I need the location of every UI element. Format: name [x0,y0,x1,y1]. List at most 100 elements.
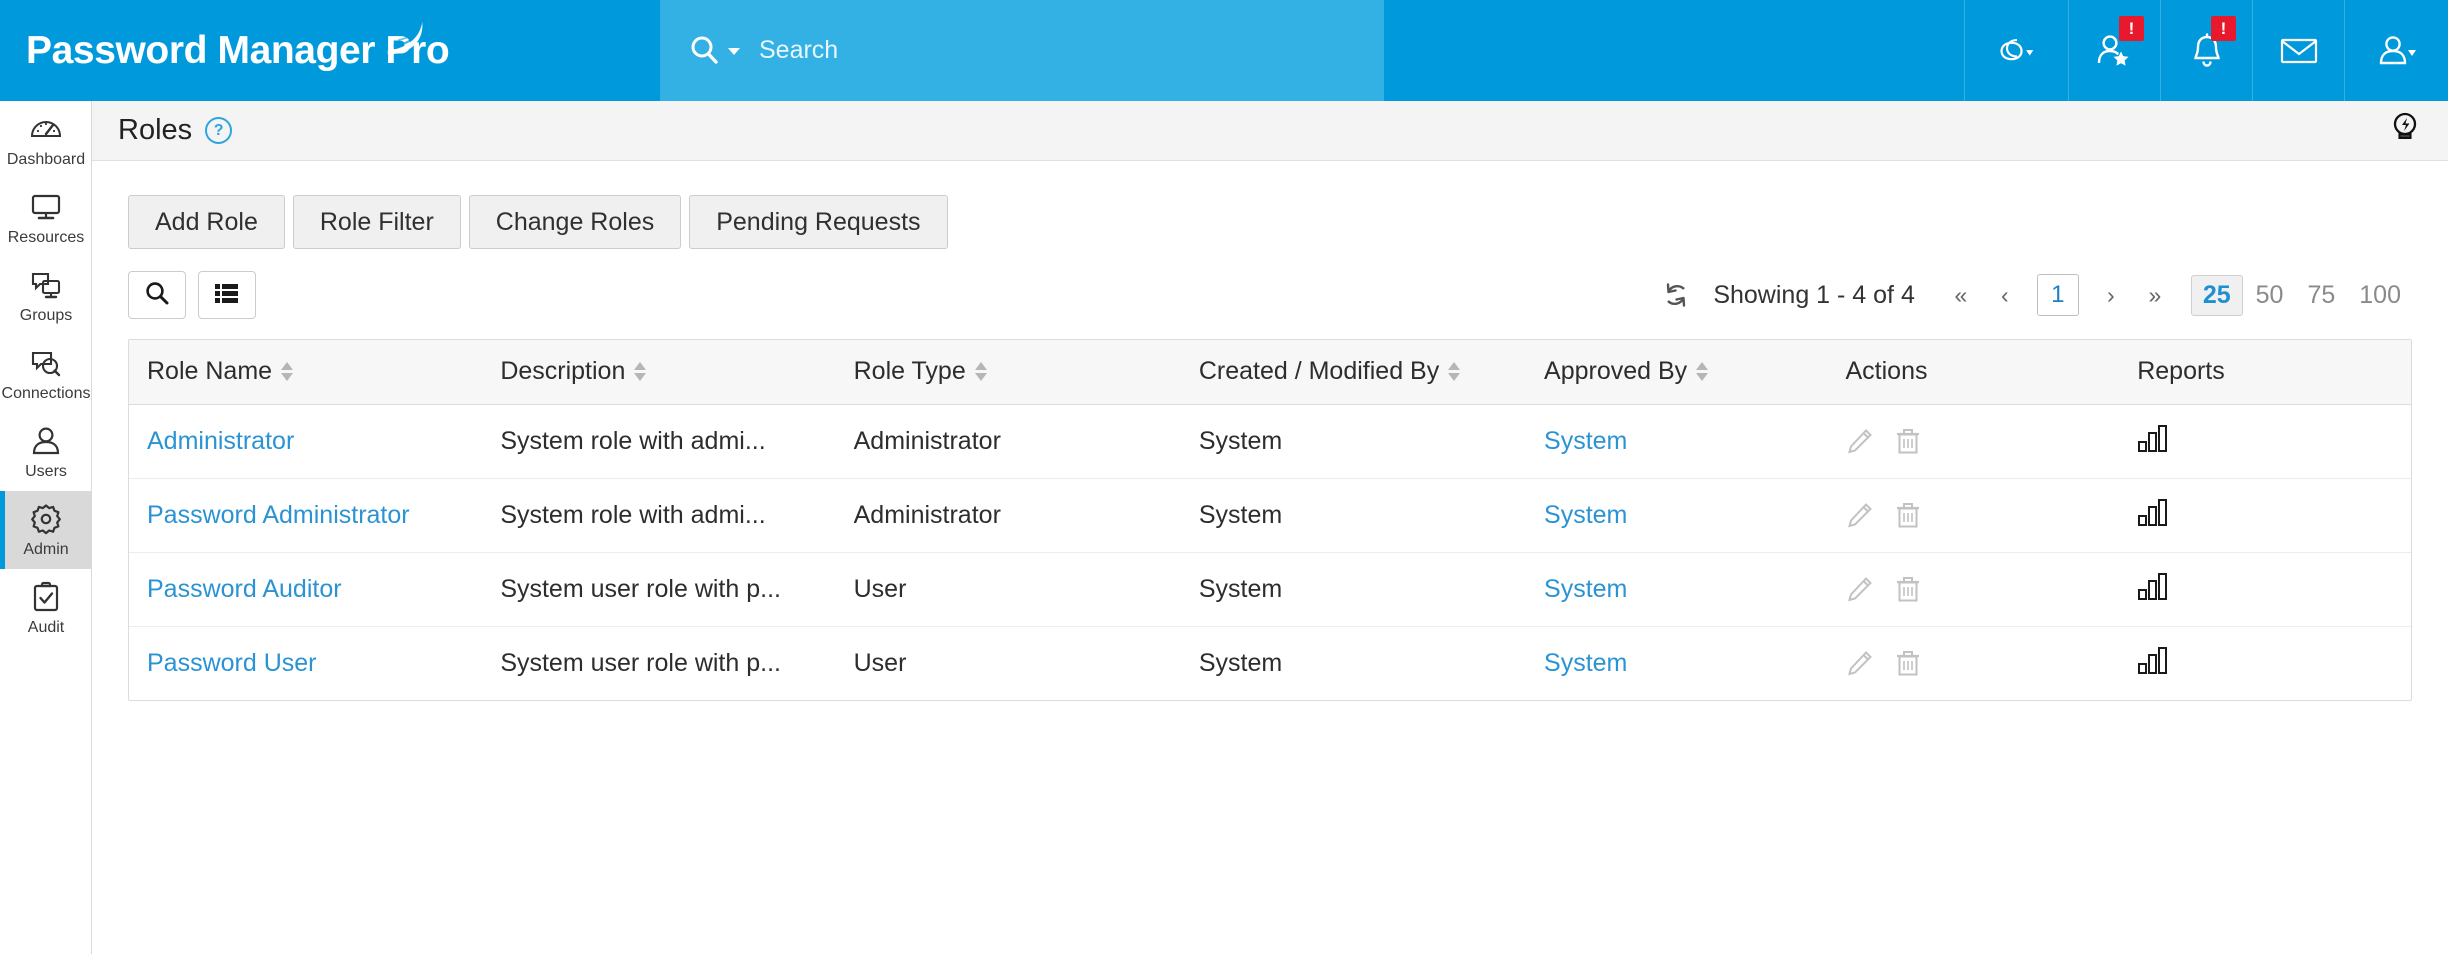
refresh-icon[interactable] [1661,280,1691,310]
cell-created-by: System [1181,626,1526,700]
bar-chart-icon[interactable] [2137,498,2171,526]
column-header-approved-by[interactable]: Approved By [1526,340,1827,404]
prev-page-button[interactable]: ‹ [1983,273,2027,317]
link-icon[interactable] [1964,0,2068,101]
cell-role-name: Password Administrator [129,478,482,552]
sort-icon[interactable] [975,362,987,381]
sort-icon[interactable] [634,362,646,381]
lightbulb-icon[interactable] [2388,110,2422,151]
pencil-icon[interactable] [1845,500,1875,530]
chevron-down-icon[interactable] [727,44,741,58]
cell-created-by: System [1181,552,1526,626]
approved-by-link[interactable]: System [1544,649,1627,677]
sidebar-item-users[interactable]: Users [0,413,92,491]
trash-icon[interactable] [1893,648,1923,678]
column-header-role-name[interactable]: Role Name [129,340,482,404]
sidebar-item-label: Resources [8,230,84,246]
gear-icon [29,502,63,536]
column-label: Reports [2137,357,2225,386]
sidebar-item-label: Admin [23,542,68,558]
sort-icon[interactable] [1448,362,1460,381]
pencil-icon[interactable] [1845,426,1875,456]
table-row: Password Auditor System user role with p… [129,552,2411,626]
page-title: Roles [118,114,192,147]
page-size-50[interactable]: 50 [2245,276,2295,315]
bell-icon[interactable]: ! [2160,0,2252,101]
column-chooser-button[interactable] [198,271,256,319]
list-columns-icon [214,281,240,310]
column-header-description[interactable]: Description [482,340,835,404]
cell-created-by: System [1181,478,1526,552]
page-size-100[interactable]: 100 [2348,276,2412,315]
last-page-button[interactable]: » [2133,273,2177,317]
trash-icon[interactable] [1893,500,1923,530]
role-name-link[interactable]: Administrator [147,427,294,455]
table-header-row: Role Name Description [129,340,2411,404]
pencil-icon[interactable] [1845,648,1875,678]
search-input-placeholder[interactable]: Search [759,36,838,65]
cell-reports [2119,552,2411,626]
help-icon[interactable]: ? [205,117,232,144]
first-page-button[interactable]: « [1939,273,1983,317]
trash-icon[interactable] [1893,426,1923,456]
user-star-icon[interactable]: ! [2068,0,2160,101]
envelope-icon[interactable] [2252,0,2344,101]
roles-table: Role Name Description [128,339,2412,701]
sidebar-item-label: Audit [28,620,64,636]
sidebar-item-connections[interactable]: Connections [0,335,92,413]
sidebar-item-audit[interactable]: Audit [0,569,92,647]
add-role-button[interactable]: Add Role [128,195,285,249]
table-row: Password Administrator System role with … [129,478,2411,552]
approved-by-link[interactable]: System [1544,501,1627,529]
column-header-role-type[interactable]: Role Type [836,340,1181,404]
pagination-controls: Showing 1 - 4 of 4 « ‹ › » 25 50 75 100 [1661,273,2412,317]
cell-reports [2119,478,2411,552]
global-search-bar[interactable]: Search [660,0,1384,101]
sidebar-item-groups[interactable]: Groups [0,257,92,335]
screens-icon [29,268,63,302]
sidebar-item-admin[interactable]: Admin [0,491,92,569]
sidebar-item-resources[interactable]: Resources [0,179,92,257]
table-search-button[interactable] [128,271,186,319]
bar-chart-icon[interactable] [2137,572,2171,600]
pencil-icon[interactable] [1845,574,1875,604]
column-label: Description [500,357,625,386]
approved-by-link[interactable]: System [1544,575,1627,603]
role-name-link[interactable]: Password Auditor [147,575,342,603]
sort-icon[interactable] [1696,362,1708,381]
connection-icon [29,346,63,380]
profile-icon[interactable] [2344,0,2448,101]
sort-icon[interactable] [281,362,293,381]
cell-approved-by: System [1526,478,1827,552]
bar-chart-icon[interactable] [2137,646,2171,674]
role-name-link[interactable]: Password Administrator [147,501,410,529]
cell-role-name: Password Auditor [129,552,482,626]
page-size-75[interactable]: 75 [2296,276,2346,315]
cell-created-by: System [1181,404,1526,478]
chevron-down-icon [2408,50,2416,56]
cell-role-name: Password User [129,626,482,700]
page-number-input[interactable] [2037,274,2079,316]
column-label: Role Type [854,357,966,386]
sidebar-item-dashboard[interactable]: Dashboard [0,101,92,179]
clipboard-check-icon [29,580,63,614]
pending-requests-button[interactable]: Pending Requests [689,195,947,249]
brand-logo[interactable]: Password Manager Pro [0,0,660,101]
cell-approved-by: System [1526,626,1827,700]
app-root: Password Manager Pro Search [0,0,2448,954]
trash-icon[interactable] [1893,574,1923,604]
cell-actions [1827,626,2119,700]
next-page-button[interactable]: › [2089,273,2133,317]
role-name-link[interactable]: Password User [147,649,317,677]
page-size-25[interactable]: 25 [2191,275,2243,316]
bar-chart-icon[interactable] [2137,424,2171,452]
role-filter-button[interactable]: Role Filter [293,195,461,249]
search-icon[interactable] [688,34,741,68]
cell-approved-by: System [1526,404,1827,478]
table-row: Administrator System role with admi... A… [129,404,2411,478]
table-header: Role Name Description [129,340,2411,404]
change-roles-button[interactable]: Change Roles [469,195,681,249]
approved-by-link[interactable]: System [1544,427,1627,455]
column-header-created-modified-by[interactable]: Created / Modified By [1181,340,1526,404]
action-button-row: Add Role Role Filter Change Roles Pendin… [128,195,2412,249]
